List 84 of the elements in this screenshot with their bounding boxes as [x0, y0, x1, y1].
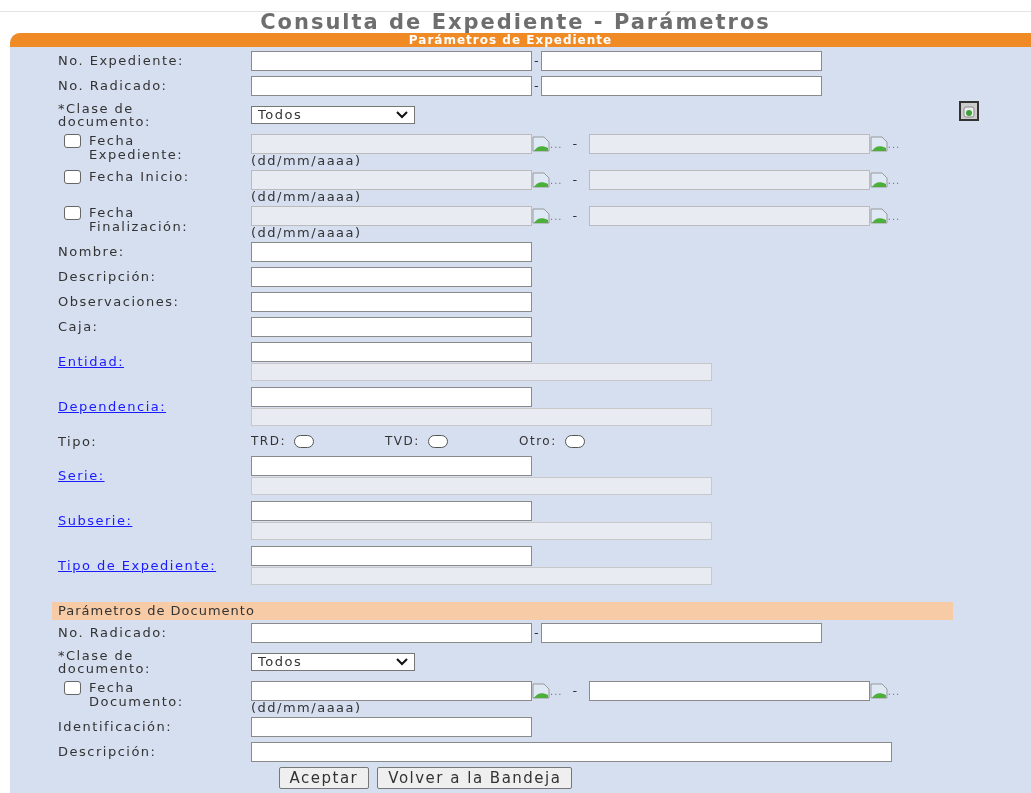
field-label: Nombre: [58, 245, 126, 258]
form-button[interactable]: Aceptar [278, 767, 370, 789]
form-button[interactable]: Volver a la Bandeja [377, 767, 573, 789]
text-field[interactable] [251, 716, 532, 737]
field-label: Fecha Documento: [89, 681, 185, 711]
range-separator: - [533, 51, 540, 70]
code-field[interactable] [251, 546, 532, 566]
text-field[interactable] [251, 241, 532, 262]
date-format-hint: (dd/mm/aaaa) [251, 226, 363, 240]
code-field[interactable] [251, 342, 532, 362]
text-field[interactable] [251, 50, 532, 71]
calendar-alt-text: ... [887, 209, 901, 224]
range-separator: - [533, 623, 540, 642]
field-label: Descripción: [58, 270, 158, 283]
calendar-alt-text: ... [550, 684, 563, 699]
broken-image-icon[interactable] [532, 136, 550, 152]
date-field[interactable] [251, 681, 532, 701]
text-field[interactable] [540, 75, 822, 96]
text-field[interactable] [251, 741, 892, 762]
range-separator: - [571, 682, 580, 701]
text-field[interactable] [251, 622, 532, 643]
section-header: Parámetros de Documento [52, 602, 953, 620]
calendar-alt-text: ... [887, 684, 901, 699]
radio-label: TVD: [385, 433, 420, 450]
broken-image-icon[interactable] [532, 208, 550, 224]
range-separator: - [571, 171, 580, 190]
field-label: *Clase de documento: [58, 101, 152, 128]
field-label: No. Radicado: [58, 79, 169, 92]
radio-label: TRD: [251, 433, 286, 450]
lookup-link[interactable]: Serie: [58, 469, 228, 482]
text-field[interactable] [251, 266, 532, 287]
broken-image-icon[interactable] [532, 172, 550, 188]
range-separator: - [533, 76, 540, 95]
calendar-alt-text: ... [887, 173, 901, 188]
section-header: Parámetros de Expediente [10, 33, 1031, 47]
class-select[interactable]: Todos [251, 652, 415, 671]
lookup-link[interactable]: Tipo de Expediente: [58, 559, 228, 572]
field-label: Tipo: [58, 434, 99, 448]
range-separator: - [571, 135, 580, 154]
broken-image-icon[interactable] [532, 683, 550, 699]
date-field[interactable] [588, 681, 870, 701]
field-label: *Clase de documento: [58, 648, 152, 675]
radio-button[interactable] [427, 434, 448, 448]
broken-image-icon[interactable] [869, 683, 888, 699]
code-field[interactable] [251, 456, 532, 476]
clean-button[interactable] [959, 100, 979, 121]
field-label: Descripción: [58, 745, 158, 758]
text-field[interactable] [251, 316, 532, 337]
broken-image-icon[interactable] [869, 136, 888, 152]
broken-image-icon[interactable] [869, 172, 888, 188]
field-label: Caja: [58, 320, 100, 333]
lookup-link[interactable]: Entidad: [58, 355, 228, 368]
range-separator: - [571, 207, 580, 226]
calendar-alt-text: ... [550, 209, 563, 224]
field-label: Identificación: [58, 720, 174, 733]
calendar-alt-text: ... [550, 173, 563, 188]
radio-button[interactable] [564, 434, 585, 448]
chevron-down-icon [396, 110, 408, 119]
radio-button[interactable] [293, 434, 314, 448]
class-select[interactable]: Todos [251, 105, 415, 124]
text-field[interactable] [540, 50, 822, 71]
lookup-link[interactable]: Dependencia: [58, 400, 228, 413]
code-field[interactable] [251, 501, 532, 521]
chevron-down-icon [396, 657, 408, 666]
field-label: Fecha Inicio: [89, 170, 191, 186]
date-format-hint: (dd/mm/aaaa) [251, 190, 363, 204]
field-label: Fecha Finalización: [89, 206, 190, 236]
page-title: Consulta de Expediente - Parámetros [260, 11, 771, 33]
date-format-hint: (dd/mm/aaaa) [251, 154, 363, 168]
code-field[interactable] [251, 387, 532, 407]
lookup-link[interactable]: Subserie: [58, 514, 228, 527]
field-label: No. Radicado: [58, 626, 169, 639]
radio-label: Otro: [519, 433, 557, 450]
broken-image-icon[interactable] [869, 208, 888, 224]
field-label: No. Expediente: [58, 54, 185, 67]
calendar-alt-text: ... [550, 137, 563, 152]
text-field[interactable] [251, 75, 532, 96]
text-field[interactable] [251, 291, 532, 312]
checkbox[interactable] [64, 681, 81, 695]
text-field[interactable] [540, 622, 822, 643]
calendar-alt-text: ... [887, 137, 901, 152]
date-format-hint: (dd/mm/aaaa) [251, 701, 363, 715]
field-label: Fecha Expediente: [89, 134, 185, 164]
field-label: Observaciones: [58, 295, 181, 308]
